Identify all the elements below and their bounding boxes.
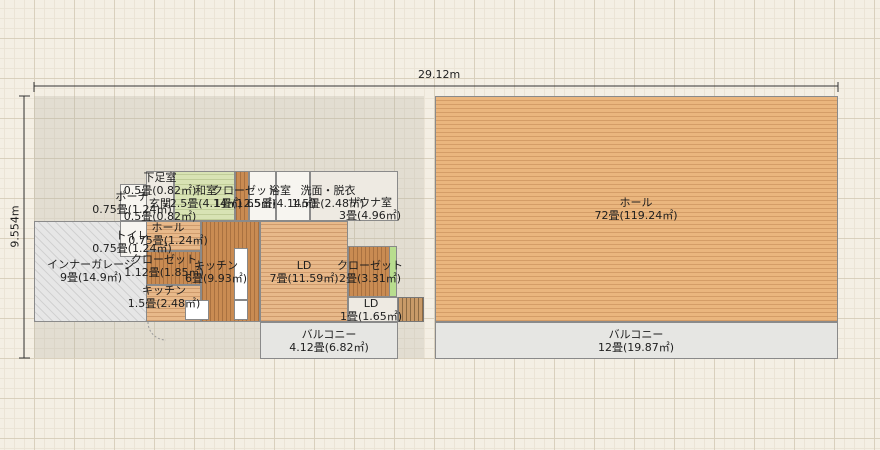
label-hall-small: ホール 0.75畳(1.24㎡) xyxy=(128,221,208,247)
label-ld-small: LD 1畳(1.65㎡) xyxy=(339,297,403,323)
label-balcony-a: バルコニー 4.12畳(6.82㎡) xyxy=(289,328,369,354)
height-dimension: 9.554m xyxy=(8,205,22,248)
label-hall-big: ホール 72畳(119.24㎡) xyxy=(594,196,678,222)
label-closet-c: クローゼット 2畳(3.31㎡) xyxy=(337,259,403,285)
sink xyxy=(234,300,248,320)
width-dimension: 29.12m xyxy=(418,68,461,81)
label-kitchen-a: キッチン 1.5畳(2.48㎡) xyxy=(127,284,201,310)
door-swing xyxy=(147,322,167,341)
label-balcony-b: バルコニー 12畳(19.87㎡) xyxy=(597,328,675,354)
label-kitchen-b: キッチン 6畳(9.93㎡) xyxy=(184,259,248,285)
label-sauna: サウナ室 3畳(4.96㎡) xyxy=(338,196,402,222)
